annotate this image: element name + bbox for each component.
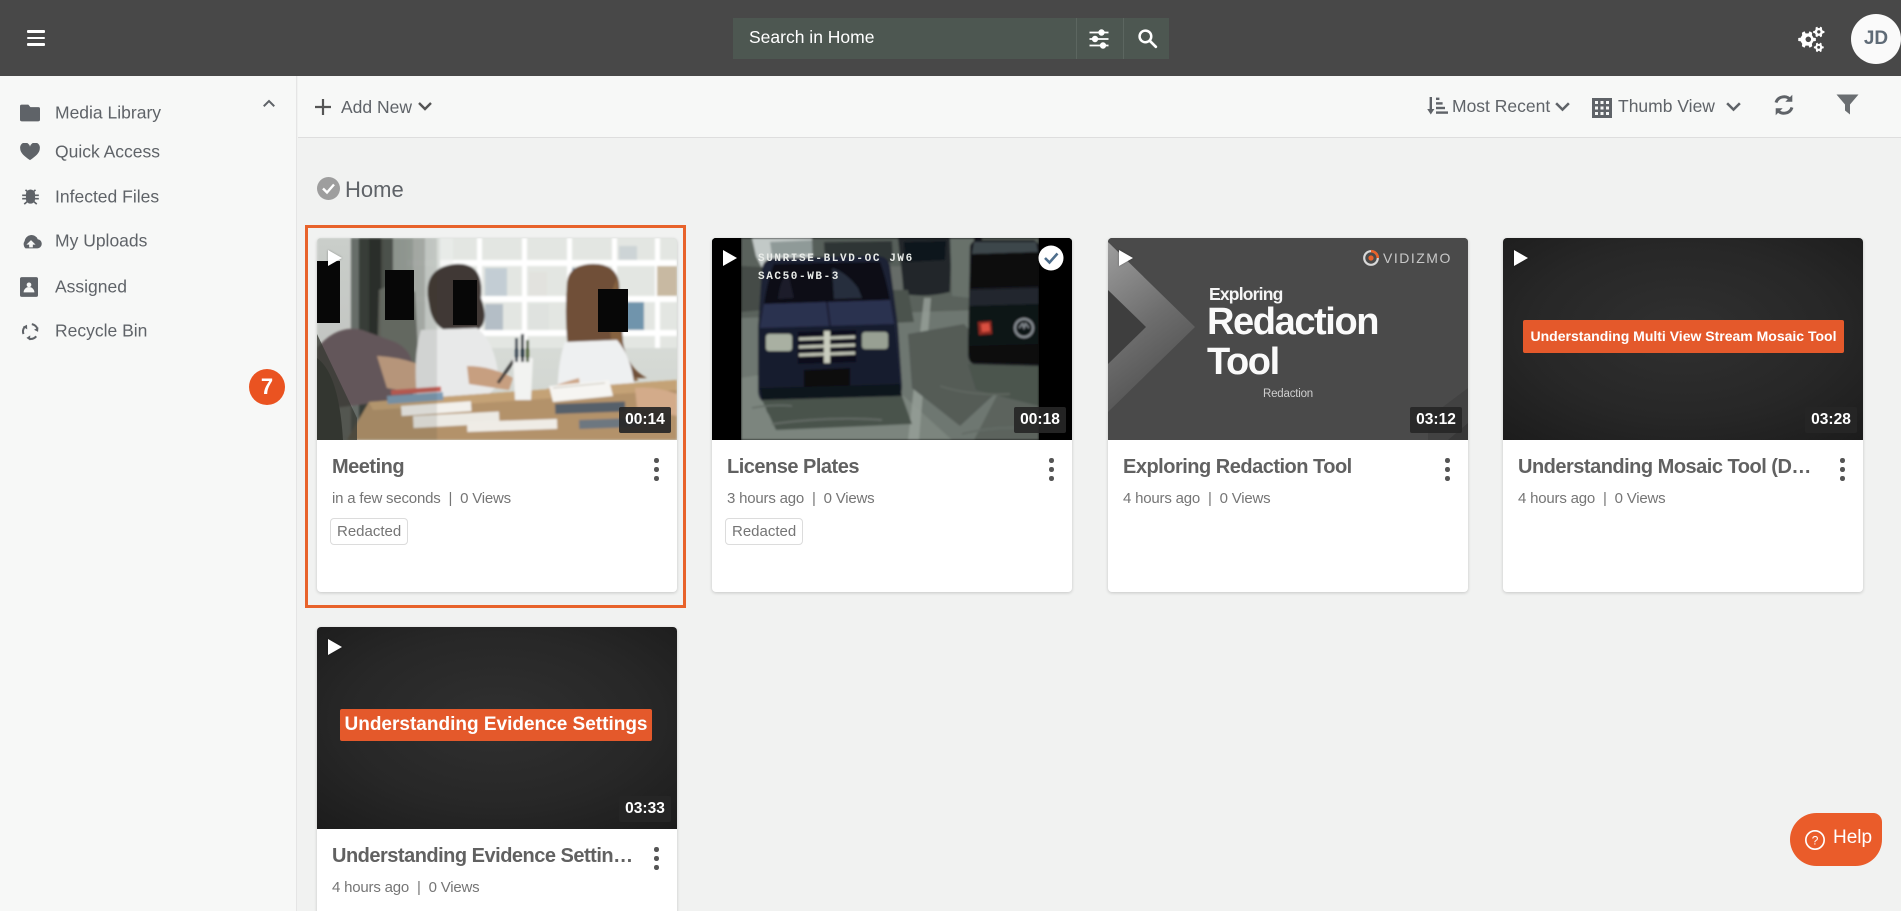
svg-text:Tool: Tool: [1207, 341, 1279, 383]
svg-text:Redaction: Redaction: [1263, 388, 1313, 400]
svg-text:?: ?: [1812, 833, 1819, 847]
svg-text:SUNRISE-BLVD-OC JW6: SUNRISE-BLVD-OC JW6: [758, 253, 914, 265]
svg-text:VIDIZMO: VIDIZMO: [1383, 250, 1452, 266]
svg-text:Redaction: Redaction: [1207, 301, 1378, 343]
svg-text:SAC50-WB-3: SAC50-WB-3: [758, 271, 840, 283]
